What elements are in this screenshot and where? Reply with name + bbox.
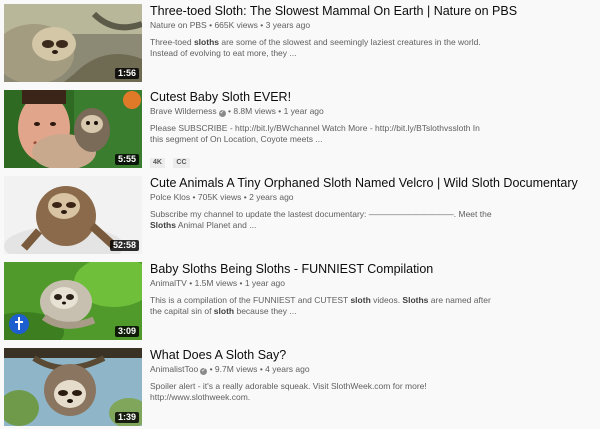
video-thumbnail[interactable]: 3:09 [4,262,142,340]
byline-separator: • [189,278,193,288]
upload-age: 4 years ago [265,364,310,374]
video-thumbnail[interactable]: 5:55 [4,90,142,168]
video-meta: Baby Sloths Being Sloths - FUNNIEST Comp… [150,262,590,317]
view-count: 665K views [214,20,258,30]
video-meta: Three-toed Sloth: The Slowest Mammal On … [150,4,590,59]
video-byline: AnimalistToo ✓ • 9.7M views • 4 years ago [150,364,590,375]
description-text: Spoiler alert - it's a really adorable s… [150,381,427,402]
byline-separator: • [259,364,263,374]
video-meta: What Does A Sloth Say? AnimalistToo ✓ • 9… [150,348,590,403]
channel-name[interactable]: AnimalTV [150,278,187,288]
byline-separator: • [192,192,196,202]
video-byline: Brave Wilderness ✓ • 8.8M views • 1 year … [150,106,590,117]
description-text: This is a compilation of the FUNNIEST an… [150,295,351,305]
video-duration: 5:55 [114,154,139,165]
byline-separator: • [278,106,282,116]
badge-cc: CC [173,158,190,168]
byline-separator: • [209,364,213,374]
view-count: 8.8M views [233,106,276,116]
video-thumbnail[interactable]: 1:39 [4,348,142,426]
description-text: Animal Planet and ... [175,220,257,230]
video-description: Subscribe my channel to update the laste… [150,209,495,231]
video-meta: Cutest Baby Sloth EVER! Brave Wilderness… [150,90,590,169]
video-duration: 3:09 [114,326,139,337]
description-text: Subscribe my channel to update the laste… [150,209,492,219]
video-title[interactable]: Baby Sloths Being Sloths - FUNNIEST Comp… [150,262,590,277]
video-description: Spoiler alert - it's a really adorable s… [150,381,495,403]
video-title[interactable]: Three-toed Sloth: The Slowest Mammal On … [150,4,590,19]
video-title[interactable]: Cutest Baby Sloth EVER! [150,90,590,105]
verified-check-icon: ✓ [200,368,208,375]
view-count: 1.5M views [194,278,238,288]
view-count: 705K views [197,192,242,202]
description-keyword: sloths [193,37,219,47]
byline-separator: • [260,20,264,30]
channel-name[interactable]: Nature on PBS [150,20,207,30]
video-thumbnail[interactable]: 1:56 [4,4,142,82]
description-text: Please SUBSCRIBE - http://bit.ly/BWchann… [150,123,480,144]
video-thumbnail[interactable]: 52:58 [4,176,142,254]
description-keyword: Sloths [402,295,429,305]
video-description: This is a compilation of the FUNNIEST an… [150,295,495,317]
upload-age: 1 year ago [244,278,285,288]
badge-4k: 4K [150,158,165,168]
video-badges: 4K CC [150,151,590,169]
video-title[interactable]: Cute Animals A Tiny Orphaned Sloth Named… [150,176,590,191]
view-count: 9.7M views [214,364,258,374]
description-keyword: sloth [213,306,235,316]
video-title[interactable]: What Does A Sloth Say? [150,348,590,363]
byline-separator: • [227,106,231,116]
channel-name[interactable]: AnimalistToo [150,364,198,374]
video-description: Three-toed sloths are some of the slowes… [150,37,495,59]
description-keyword: sloth [350,295,371,305]
byline-separator: • [239,278,243,288]
video-duration: 52:58 [109,240,139,251]
description-text: because they ... [234,306,297,316]
video-byline: Nature on PBS • 665K views • 3 years ago [150,20,590,31]
upload-age: 1 year ago [283,106,324,116]
video-duration: 1:39 [114,412,139,423]
video-byline: Polce Klos • 705K views • 2 years ago [150,192,590,203]
video-duration: 1:56 [114,68,139,79]
video-description: Please SUBSCRIBE - http://bit.ly/BWchann… [150,123,495,145]
verified-check-icon: ✓ [218,110,226,117]
video-meta: Cute Animals A Tiny Orphaned Sloth Named… [150,176,590,231]
channel-name[interactable]: Brave Wilderness [150,106,217,116]
byline-separator: • [209,20,213,30]
description-text: Three-toed [150,37,194,47]
description-text: videos. [370,295,403,305]
channel-name[interactable]: Polce Klos [150,192,190,202]
video-byline: AnimalTV • 1.5M views • 1 year ago [150,278,590,289]
byline-separator: • [243,192,247,202]
upload-age: 2 years ago [249,192,294,202]
upload-age: 3 years ago [265,20,311,30]
description-keyword: Sloths [150,220,176,230]
search-results-list: 1:56 Three-toed Sloth: The Slowest Mamma… [0,0,600,429]
